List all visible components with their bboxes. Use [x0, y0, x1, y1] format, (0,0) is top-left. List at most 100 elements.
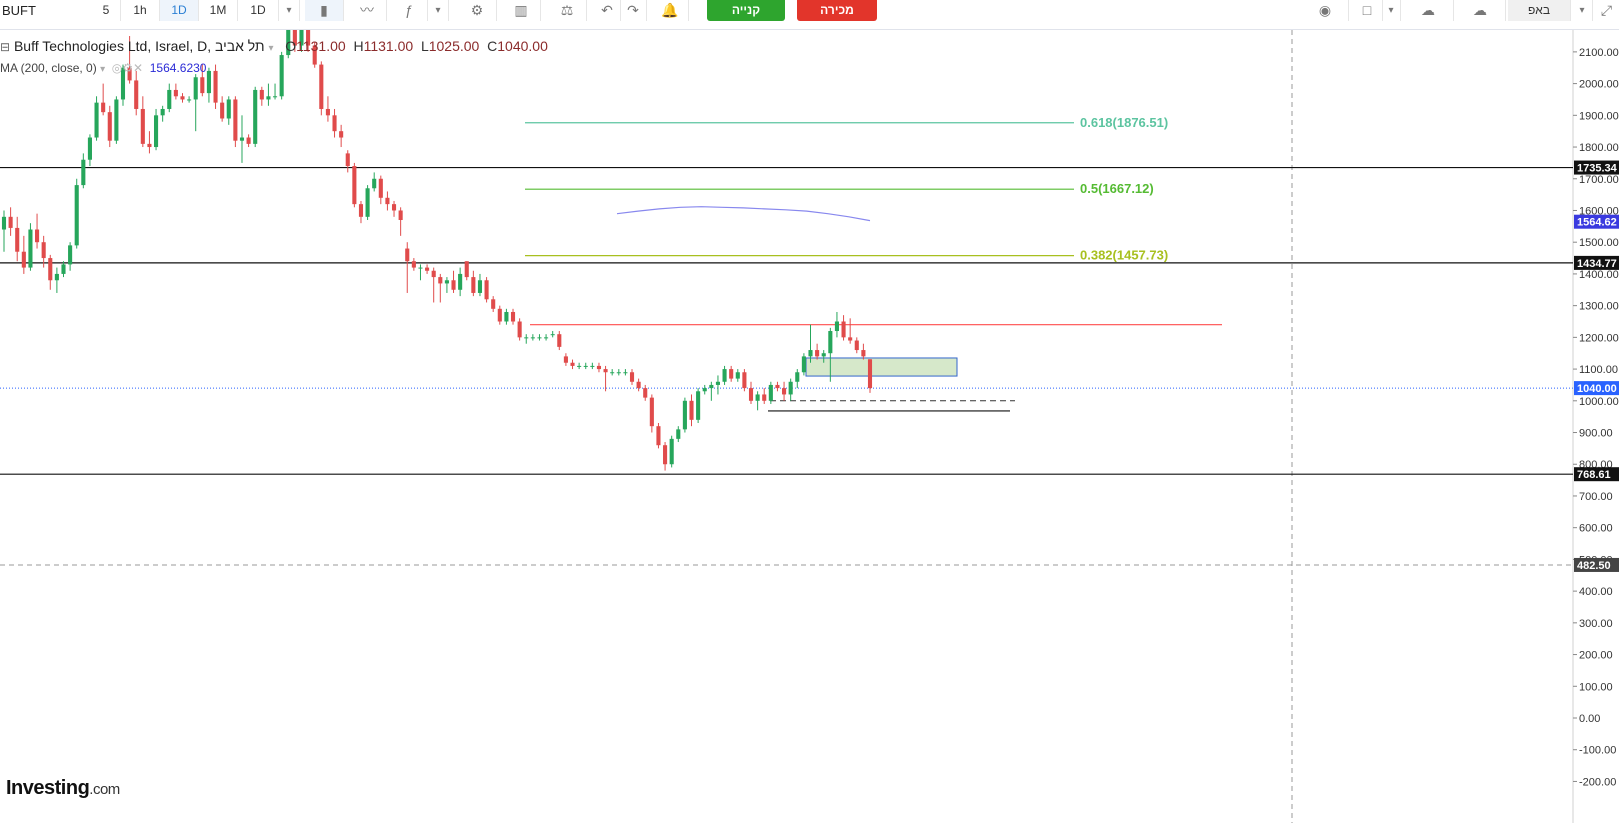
- buy-button[interactable]: קנייה: [707, 0, 785, 21]
- fullscreen-icon[interactable]: ⤢: [1594, 0, 1619, 21]
- candle-body: [643, 388, 648, 398]
- y-tick-label: 700.00: [1579, 491, 1613, 503]
- candle-body: [524, 337, 529, 339]
- ohlc-values: O1131.00 H1131.00 L1025.00 C1040.00: [285, 38, 548, 54]
- dropdown-icon[interactable]: ▾: [100, 64, 105, 75]
- candle-body: [259, 89, 264, 100]
- gear-icon[interactable]: ⚙: [458, 0, 497, 21]
- candle-body: [74, 185, 79, 246]
- redo-icon[interactable]: ↷: [620, 0, 647, 21]
- interval-1d[interactable]: 1D: [160, 0, 199, 21]
- dropdown-icon[interactable]: ▾: [269, 43, 274, 54]
- candle-body: [21, 251, 26, 268]
- candle-body: [358, 204, 364, 217]
- y-tick-label: 1500.00: [1579, 237, 1619, 249]
- candle-body: [365, 188, 370, 217]
- candle-body: [834, 321, 839, 332]
- candle-body: [722, 369, 727, 382]
- cloud-upload-icon[interactable]: ☁: [1455, 0, 1506, 21]
- collapse-icon[interactable]: ⊟: [0, 40, 10, 54]
- cloud-download-icon[interactable]: ☁: [1403, 0, 1454, 21]
- chevron-down-icon[interactable]: ▾: [428, 0, 449, 21]
- chevron-down-icon[interactable]: ▾: [279, 0, 300, 21]
- interval-custom[interactable]: 1D: [238, 0, 279, 21]
- candle-body: [319, 64, 324, 109]
- close-icon[interactable]: ✕: [133, 61, 143, 75]
- interval-5[interactable]: 5: [92, 0, 121, 21]
- last-price-label: 1040.00: [1577, 383, 1617, 395]
- candle-body: [160, 108, 165, 116]
- candle-body: [497, 308, 502, 322]
- candle-body: [557, 334, 562, 347]
- price-chart[interactable]: -200.00 -100.00 0.00 100.00 200.00 300.00 400.…: [0, 30, 1619, 823]
- candle-body: [729, 369, 734, 379]
- fib-level-label: 0.5(1667.12): [1080, 181, 1154, 196]
- candle-body: [596, 365, 602, 370]
- bar-chart-icon[interactable]: ▥: [502, 0, 541, 21]
- candle-body: [477, 280, 483, 293]
- candle-body: [213, 70, 218, 103]
- close-value: 1040.00: [497, 38, 548, 54]
- line-chart-icon[interactable]: 〰: [348, 0, 387, 21]
- y-tick-label: 1100.00: [1579, 364, 1618, 376]
- ma-value: 1564.6230: [149, 61, 207, 75]
- sell-button[interactable]: מכירה: [797, 0, 877, 21]
- gear-icon[interactable]: ⚙: [122, 61, 133, 75]
- candle-body: [339, 131, 344, 138]
- candle-body: [550, 334, 555, 336]
- candle-body: [544, 337, 549, 339]
- crosshair-price-label: 482.50: [1577, 560, 1611, 572]
- candle-body: [200, 77, 205, 94]
- y-tick-label: 900.00: [1579, 428, 1613, 440]
- high-value: 1131.00: [363, 38, 414, 54]
- layout-name[interactable]: באפ: [1508, 0, 1571, 21]
- demand-zone: [805, 357, 958, 377]
- level-price-label: 768.61: [1577, 469, 1611, 481]
- candle-body: [590, 365, 595, 367]
- candle-body: [867, 359, 873, 389]
- candle-body: [81, 159, 86, 186]
- compare-icon[interactable]: ⚖: [548, 0, 587, 21]
- candle-body: [577, 365, 582, 367]
- candle-body: [107, 112, 112, 141]
- candle-body: [1, 216, 7, 230]
- candle-body: [484, 280, 489, 300]
- y-tick-label: 300.00: [1579, 618, 1613, 630]
- chart-legend: ⊟ Buff Technologies Ltd, Israel, D, תל א…: [0, 38, 548, 54]
- candle-body: [610, 372, 615, 374]
- candle-body: [616, 372, 621, 374]
- interval-1m[interactable]: 1M: [199, 0, 238, 21]
- undo-icon[interactable]: ↶: [594, 0, 621, 21]
- candle-body: [385, 197, 390, 205]
- candle-body: [748, 388, 754, 401]
- candle-body: [233, 99, 238, 141]
- candle-body: [444, 280, 449, 284]
- interval-1h[interactable]: 1h: [121, 0, 160, 21]
- instrument-title: Buff Technologies Ltd, Israel, D, תל אבי…: [13, 38, 265, 54]
- candle-body: [583, 365, 588, 367]
- camera-icon[interactable]: ◉: [1302, 0, 1349, 21]
- symbol-input[interactable]: BUFT: [0, 0, 36, 21]
- candle-body: [266, 96, 271, 100]
- layout-icon[interactable]: □: [1352, 0, 1383, 21]
- open-value: 1131.00: [296, 38, 346, 54]
- toolbar: BUFT 5 1h 1D 1M 1D ▾ ▮ 〰 ƒ ▾ ⚙ ▥ ⚖ ↶ ↷ 🔔…: [0, 0, 1619, 30]
- candle-body: [114, 99, 119, 141]
- y-tick-label: 0.00: [1579, 713, 1600, 725]
- y-tick-label: -100.00: [1579, 745, 1616, 757]
- candle-body: [702, 388, 707, 392]
- y-tick-label: 2100.00: [1579, 47, 1619, 59]
- candle-body: [398, 210, 403, 220]
- indicator-icon[interactable]: ƒ: [391, 0, 428, 21]
- y-tick-label: 1300.00: [1579, 301, 1619, 313]
- candles-icon[interactable]: ▮: [305, 0, 344, 21]
- candle-body: [391, 204, 397, 211]
- chevron-down-icon[interactable]: ▾: [1572, 0, 1593, 21]
- chevron-down-icon[interactable]: ▾: [1382, 0, 1401, 21]
- candle-body: [742, 372, 747, 389]
- candle-body: [663, 445, 668, 465]
- candle-body: [8, 216, 13, 228]
- eye-icon[interactable]: ◎: [112, 61, 122, 75]
- candle-body: [279, 55, 284, 97]
- alert-icon[interactable]: 🔔: [652, 0, 689, 21]
